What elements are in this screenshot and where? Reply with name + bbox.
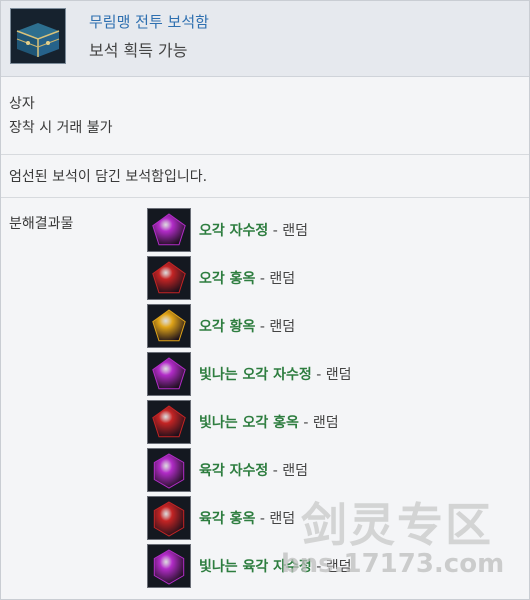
result-text: 오각 홍옥 - 랜덤 — [199, 268, 295, 288]
random-label: 랜덤 — [269, 319, 296, 335]
item-subtitle: 보석 획득 가능 — [89, 41, 188, 60]
result-text: 빛나는 오각 자수정 - 랜덤 — [199, 364, 352, 384]
result-item[interactable]: 오각 자수정 - 랜덤 — [147, 208, 308, 252]
separator: - — [316, 367, 322, 383]
result-text: 빛나는 오각 홍옥 - 랜덤 — [199, 412, 339, 432]
item-title: 무림맹 전투 보석함 — [89, 13, 209, 31]
gem-icon — [147, 304, 191, 348]
separator: - — [272, 463, 278, 479]
result-item[interactable]: 육각 자수정 - 랜덤 — [147, 448, 308, 492]
gem-name: 육각 홍옥 — [199, 511, 256, 527]
result-text: 육각 홍옥 - 랜덤 — [199, 508, 295, 528]
separator: - — [259, 511, 265, 527]
result-text: 빛나는 육각 자수정 - 랜덤 — [199, 556, 352, 576]
random-label: 랜덤 — [282, 223, 309, 239]
separator: - — [272, 223, 278, 239]
random-label: 랜덤 — [269, 511, 296, 527]
random-label: 랜덤 — [325, 559, 352, 575]
result-item[interactable]: 오각 홍옥 - 랜덤 — [147, 256, 295, 300]
gem-name: 육각 자수정 — [199, 463, 269, 479]
gem-icon — [147, 256, 191, 300]
item-description-section: 엄선된 보석이 담긴 보석함입니다. — [1, 155, 529, 198]
separator: - — [259, 319, 265, 335]
gem-icon — [147, 400, 191, 444]
random-label: 랜덤 — [269, 271, 296, 287]
treasure-chest-icon — [10, 8, 66, 64]
result-text: 오각 자수정 - 랜덤 — [199, 220, 308, 240]
gem-icon — [147, 208, 191, 252]
result-item[interactable]: 빛나는 오각 자수정 - 랜덤 — [147, 352, 352, 396]
gem-name: 오각 홍옥 — [199, 271, 256, 287]
gem-name: 빛나는 오각 홍옥 — [199, 415, 299, 431]
separator: - — [259, 271, 265, 287]
separator: - — [316, 559, 322, 575]
result-item[interactable]: 오각 황옥 - 랜덤 — [147, 304, 295, 348]
gem-name: 오각 자수정 — [199, 223, 269, 239]
item-type: 상자 — [9, 96, 35, 112]
item-description: 엄선된 보석이 담긴 보석함입니다. — [9, 169, 208, 185]
random-label: 랜덤 — [325, 367, 352, 383]
gem-icon — [147, 496, 191, 540]
trade-restriction: 장착 시 거래 불가 — [9, 120, 113, 136]
random-label: 랜덤 — [282, 463, 309, 479]
gem-icon — [147, 544, 191, 588]
item-tooltip: 무림맹 전투 보석함 보석 획득 가능 상자 장착 시 거래 불가 엄선된 보석… — [0, 0, 530, 600]
gem-name: 빛나는 육각 자수정 — [199, 559, 312, 575]
gem-icon — [147, 352, 191, 396]
separator: - — [303, 415, 309, 431]
result-item[interactable]: 빛나는 오각 홍옥 - 랜덤 — [147, 400, 339, 444]
gem-name: 오각 황옥 — [199, 319, 256, 335]
gem-icon — [147, 448, 191, 492]
result-text: 오각 황옥 - 랜덤 — [199, 316, 295, 336]
gem-name: 빛나는 오각 자수정 — [199, 367, 312, 383]
result-item[interactable]: 육각 홍옥 - 랜덤 — [147, 496, 295, 540]
decomposition-label: 분해결과물 — [9, 216, 74, 232]
random-label: 랜덤 — [312, 415, 339, 431]
tooltip-header: 무림맹 전투 보석함 보석 획득 가능 — [1, 1, 529, 77]
result-text: 육각 자수정 - 랜덤 — [199, 460, 308, 480]
result-item[interactable]: 빛나는 육각 자수정 - 랜덤 — [147, 544, 352, 588]
item-info-section: 상자 장착 시 거래 불가 — [1, 77, 529, 155]
